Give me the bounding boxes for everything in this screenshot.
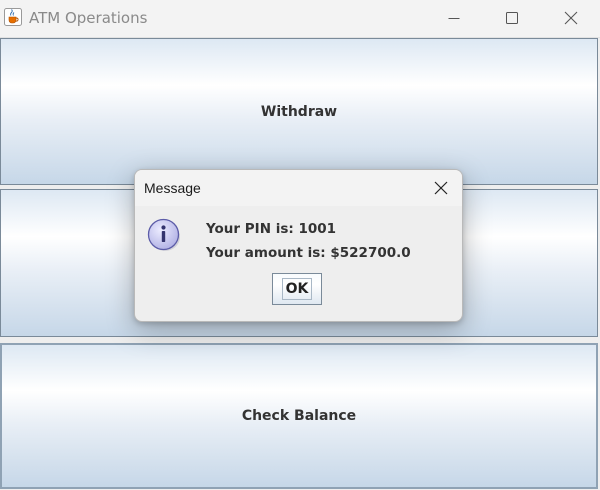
pin-message: Your PIN is: 1001 bbox=[206, 221, 337, 237]
check-balance-button[interactable]: Check Balance bbox=[0, 343, 598, 489]
information-icon bbox=[147, 218, 180, 251]
amount-message: Your amount is: $522700.0 bbox=[206, 245, 411, 261]
withdraw-button-label: Withdraw bbox=[260, 103, 338, 120]
dialog-close-button[interactable] bbox=[423, 170, 459, 206]
withdraw-button[interactable]: Withdraw bbox=[0, 38, 598, 185]
ok-button[interactable]: OK bbox=[272, 273, 322, 305]
minimize-button[interactable] bbox=[431, 0, 477, 36]
minimize-icon bbox=[448, 18, 460, 19]
close-window-button[interactable] bbox=[548, 0, 594, 36]
close-icon bbox=[564, 11, 578, 25]
message-dialog: Message Your PIN is: 1001 Your amount is… bbox=[134, 169, 463, 322]
dialog-title: Message bbox=[144, 180, 201, 196]
close-icon bbox=[434, 181, 448, 195]
window-title: ATM Operations bbox=[29, 9, 148, 27]
java-coffee-cup-icon bbox=[4, 8, 22, 26]
dialog-titlebar[interactable]: Message bbox=[135, 170, 462, 206]
maximize-button[interactable] bbox=[489, 0, 535, 36]
ok-button-label: OK bbox=[281, 278, 313, 300]
maximize-icon bbox=[506, 12, 518, 24]
window-titlebar[interactable]: ATM Operations bbox=[0, 0, 600, 38]
check-balance-button-label: Check Balance bbox=[241, 408, 357, 424]
